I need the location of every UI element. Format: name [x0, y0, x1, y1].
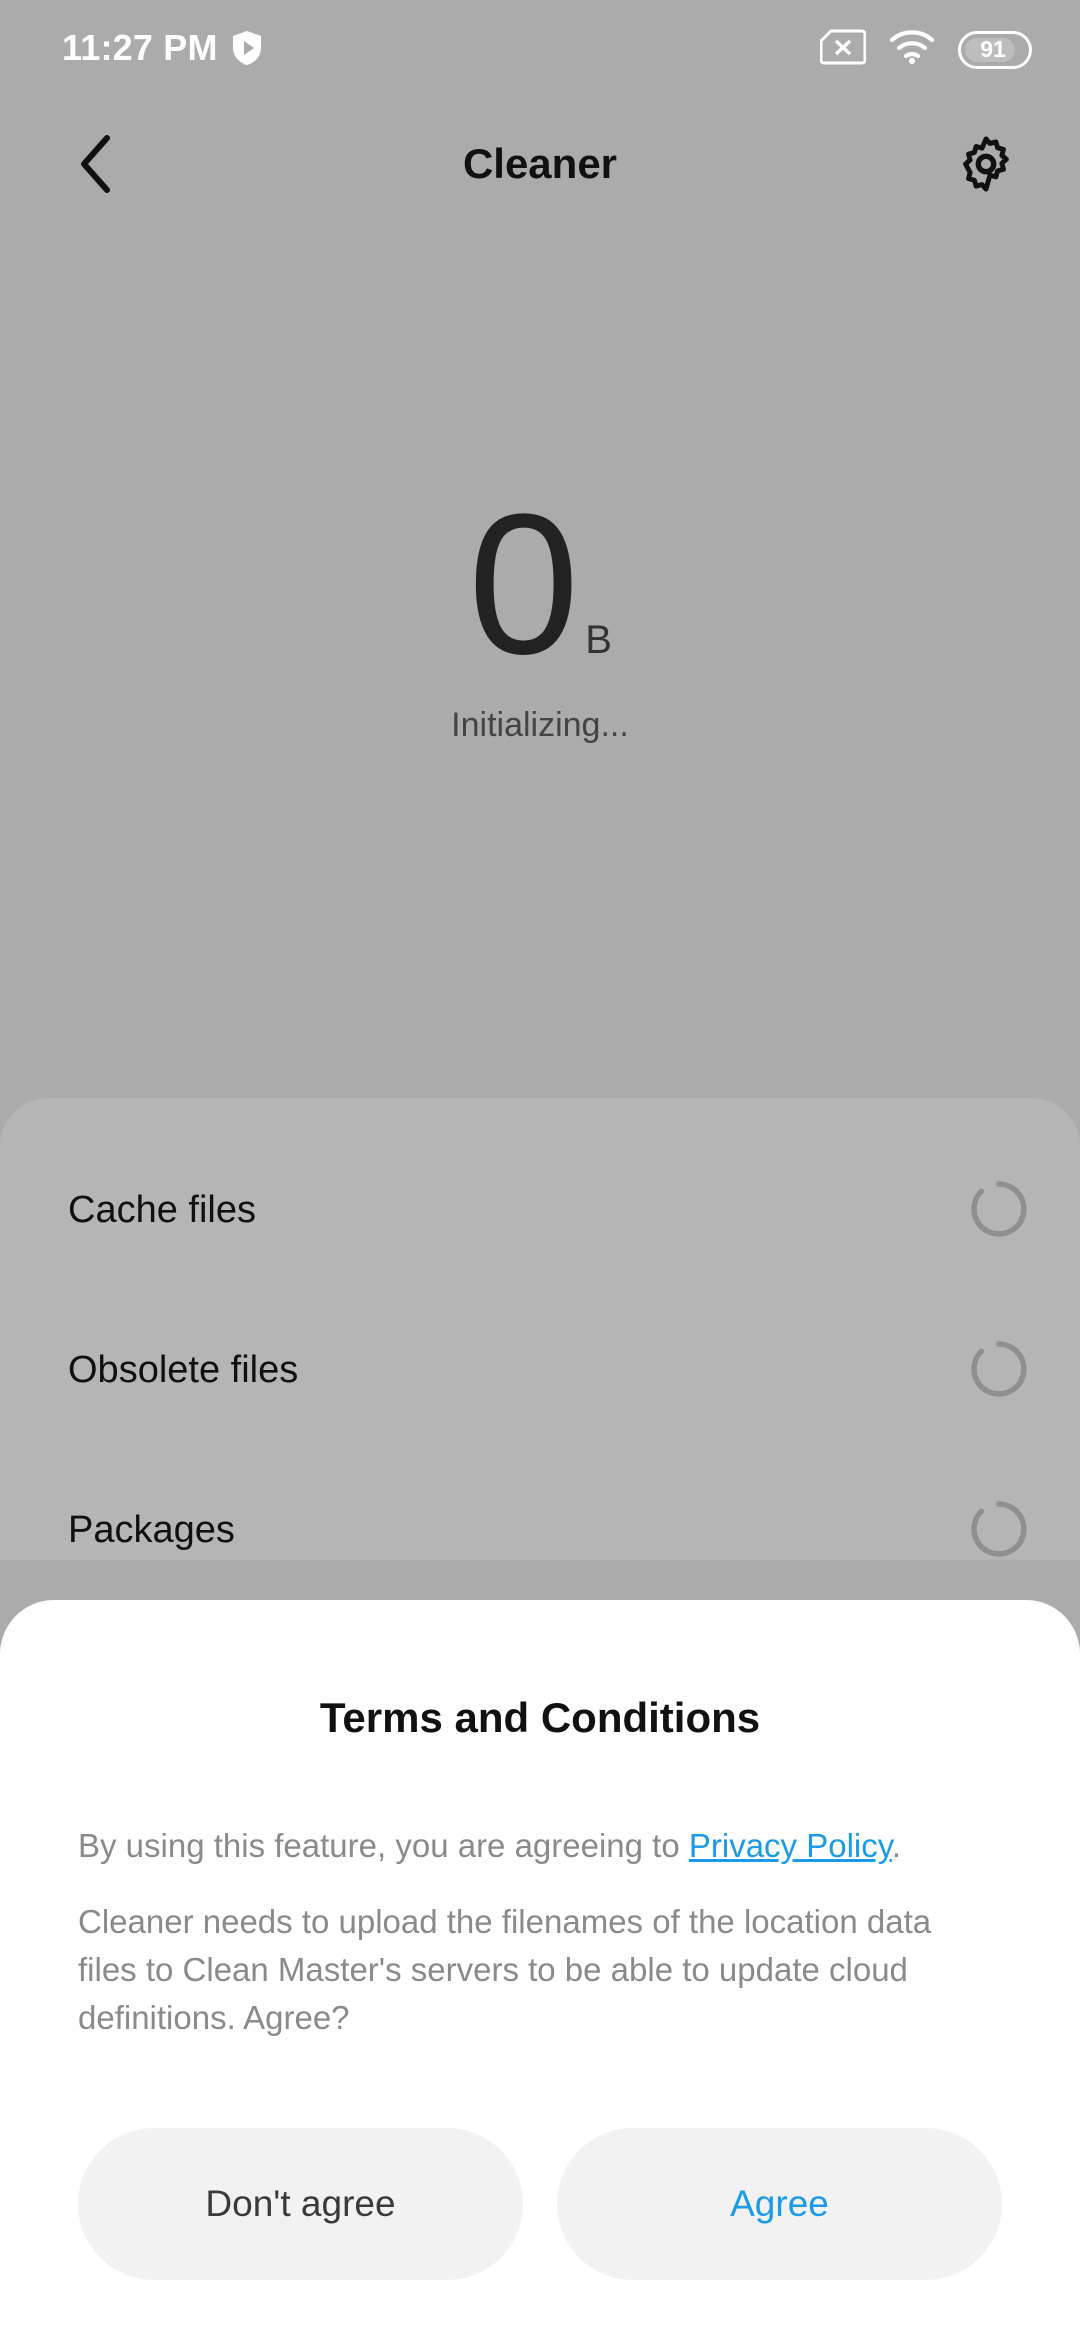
- list-item[interactable]: Cache files: [0, 1180, 1080, 1240]
- sheet-paragraph-one-suffix: .: [891, 1827, 901, 1864]
- status-bar-right: 91: [819, 28, 1032, 71]
- status-bar-left: 11:27 PM: [62, 26, 262, 70]
- status-bar-clock: 11:27 PM: [62, 27, 218, 68]
- scan-size-value: 0: [468, 473, 579, 696]
- list-item-label: Packages: [68, 1508, 235, 1551]
- privacy-policy-link[interactable]: Privacy Policy: [689, 1827, 892, 1864]
- wifi-icon: [888, 28, 936, 71]
- list-item[interactable]: Obsolete files: [0, 1340, 1080, 1400]
- loading-spinner-icon: [970, 1500, 1028, 1563]
- categories-card: fonearena Cache files Obsolete files: [0, 1098, 1080, 2340]
- loading-spinner-icon: [970, 1180, 1028, 1243]
- settings-button[interactable]: [934, 112, 1038, 216]
- list-item-label: Obsolete files: [68, 1348, 299, 1391]
- loading-spinner-icon: [970, 1340, 1028, 1403]
- battery-percent-label: 91: [980, 36, 1006, 62]
- list-item[interactable]: Packages: [0, 1500, 1080, 1560]
- sheet-title: Terms and Conditions: [319, 1694, 761, 1741]
- scan-status-label: Initializing...: [451, 706, 629, 744]
- terms-and-conditions-sheet: Terms and Conditions By using this featu…: [0, 1600, 1080, 2340]
- list-item-label: Cache files: [68, 1188, 256, 1231]
- no-sim-card-icon: [819, 28, 867, 71]
- sheet-paragraph-two: Cleaner needs to upload the filenames of…: [78, 1903, 932, 2036]
- scan-size-readout: 0 B Initializing...: [0, 473, 1080, 745]
- phone-screen: 11:27 PM 91 Cleaner 0 B Initializing... …: [0, 0, 1080, 2340]
- sheet-paragraph-one-prefix: By using this feature, you are agreeing …: [78, 1827, 689, 1864]
- battery-indicator: 91: [958, 30, 1032, 69]
- page-title: Cleaner: [462, 140, 618, 187]
- status-bar: 11:27 PM 91: [0, 0, 1080, 96]
- decline-button[interactable]: Don't agree: [78, 2128, 523, 2280]
- app-header: Cleaner: [0, 112, 1080, 216]
- scan-size-unit: B: [585, 618, 612, 662]
- sheet-paragraph-one: By using this feature, you are agreeing …: [78, 1822, 1008, 1870]
- accept-button[interactable]: Agree: [557, 2128, 1002, 2280]
- gear-icon: [963, 136, 1009, 192]
- sheet-action-row: Don't agree Agree: [78, 2128, 1002, 2280]
- shield-play-icon: [232, 30, 262, 66]
- scan-size-row: 0 B: [468, 473, 612, 696]
